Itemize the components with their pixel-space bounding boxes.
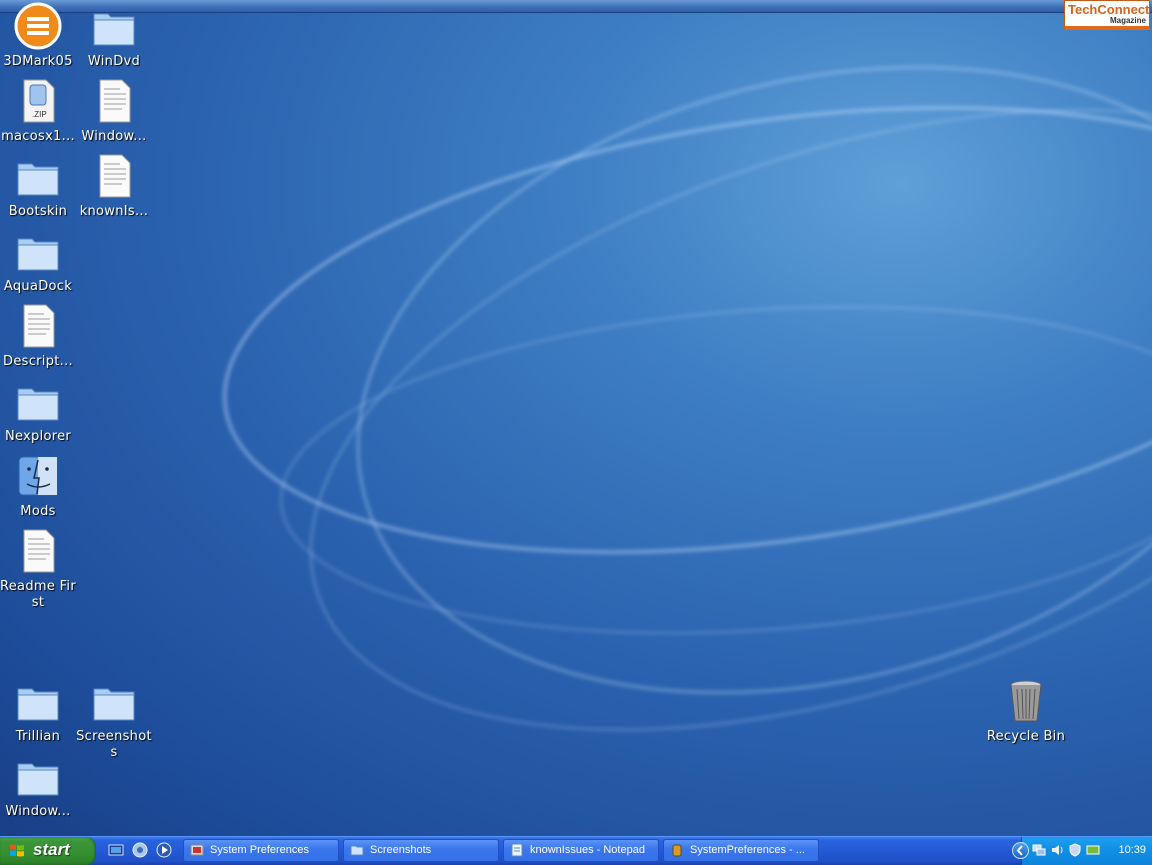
trash-icon (1010, 680, 1042, 722)
folder-icon (17, 763, 59, 796)
text-document-icon (99, 154, 131, 198)
icon-label: Window... (81, 129, 147, 144)
folder-icon (17, 163, 59, 196)
folder-icon (93, 688, 135, 721)
icon-label: Nexplorer (4, 429, 72, 444)
folder-icon (93, 13, 135, 46)
icon-label: Descript... (3, 354, 73, 369)
volume-icon[interactable] (1050, 843, 1064, 857)
desktop-icon-nexplorer[interactable]: Nexplorer (0, 377, 76, 445)
icon-label: AquaDock (3, 279, 73, 294)
notepad-icon (511, 843, 523, 857)
3dmark-icon (14, 2, 62, 50)
taskbar: start System Preferences Screenshots kno… (0, 836, 1152, 865)
desktop-icon-knownissues[interactable]: knownIs... (76, 152, 152, 220)
icon-label: Mods (20, 504, 56, 519)
desktop: 3DMark05 .ZIP macosx1... Bootskin AquaDo… (0, 0, 1152, 836)
desktop-icon-windows-folder[interactable]: Window... (0, 752, 76, 820)
task-screenshots[interactable]: Screenshots (343, 839, 499, 862)
start-label: start (33, 840, 70, 859)
system-tray: 10:39 (1012, 837, 1152, 865)
task-label: System Preferences (210, 844, 310, 856)
desktop-icon-macosx-zip[interactable]: .ZIP macosx1... (0, 77, 76, 145)
zip-file-icon: .ZIP (23, 79, 55, 123)
icon-label: Readme First (0, 579, 76, 610)
desktop-icon-3dmark05[interactable]: 3DMark05 (0, 2, 76, 70)
icon-label: Recycle Bin (986, 729, 1066, 744)
task-label: Screenshots (370, 844, 432, 856)
icon-label: Screenshots (76, 729, 152, 760)
task-label: knownIssues - Notepad (530, 844, 645, 856)
show-desktop-icon[interactable] (108, 842, 124, 858)
network-icon[interactable] (1032, 843, 1046, 857)
folder-icon (350, 845, 364, 856)
desktop-icon-description[interactable]: Descript... (0, 302, 76, 370)
icon-label: knownIs... (79, 204, 149, 219)
preferences-icon (190, 844, 204, 856)
task-system-preferences[interactable]: System Preferences (183, 839, 339, 862)
show-hidden-icons-button[interactable] (1012, 842, 1029, 859)
finder-icon (18, 456, 58, 496)
windows-logo-icon (10, 844, 24, 857)
folder-icon (17, 238, 59, 271)
desktop-icon-trillian[interactable]: Trillian (0, 677, 76, 745)
desktop-icon-windows-doc[interactable]: Window... (76, 77, 152, 145)
desktop-icon-recycle-bin[interactable]: Recycle Bin (984, 677, 1068, 745)
clock[interactable]: 10:39 (1118, 844, 1146, 856)
start-button[interactable]: start (0, 837, 96, 865)
task-label: SystemPreferences - ... (690, 844, 805, 856)
browser-icon[interactable] (132, 842, 148, 858)
icon-label: WinDvd (87, 54, 141, 69)
text-document-icon (99, 79, 131, 123)
desktop-icon-screenshots[interactable]: Screenshots (76, 677, 152, 761)
wallpaper-swirl (223, 66, 1152, 731)
desktop-icon-windvd[interactable]: WinDvd (76, 2, 152, 70)
watermark-brand: TechConnect (1068, 2, 1150, 17)
text-document-icon (23, 304, 55, 348)
desktop-icon-mods[interactable]: Mods (0, 452, 76, 520)
icon-label: Bootskin (8, 204, 68, 219)
icon-label: Window... (5, 804, 71, 819)
icon-label: Trillian (15, 729, 61, 744)
desktop-icon-readme-first[interactable]: Readme First (0, 527, 76, 611)
display-driver-icon[interactable] (1086, 843, 1100, 857)
text-document-icon (23, 529, 55, 573)
svg-text:.ZIP: .ZIP (32, 110, 47, 119)
task-knownissues-notepad[interactable]: knownIssues - Notepad (503, 839, 659, 862)
techconnect-watermark: TechConnect Magazine (1064, 0, 1150, 30)
desktop-icon-aquadock[interactable]: AquaDock (0, 227, 76, 295)
folder-icon (17, 388, 59, 421)
task-systempreferences-app[interactable]: SystemPreferences - ... (663, 839, 819, 862)
icon-label: 3DMark05 (3, 54, 73, 69)
icon-label: macosx1... (1, 129, 75, 144)
folder-icon (17, 688, 59, 721)
watermark-sub: Magazine (1109, 16, 1146, 25)
media-player-icon[interactable] (156, 842, 172, 858)
chevron-left-icon (1016, 845, 1023, 856)
security-shield-icon[interactable] (1068, 843, 1082, 857)
desktop-icon-bootskin[interactable]: Bootskin (0, 152, 76, 220)
app-icon (672, 844, 682, 857)
